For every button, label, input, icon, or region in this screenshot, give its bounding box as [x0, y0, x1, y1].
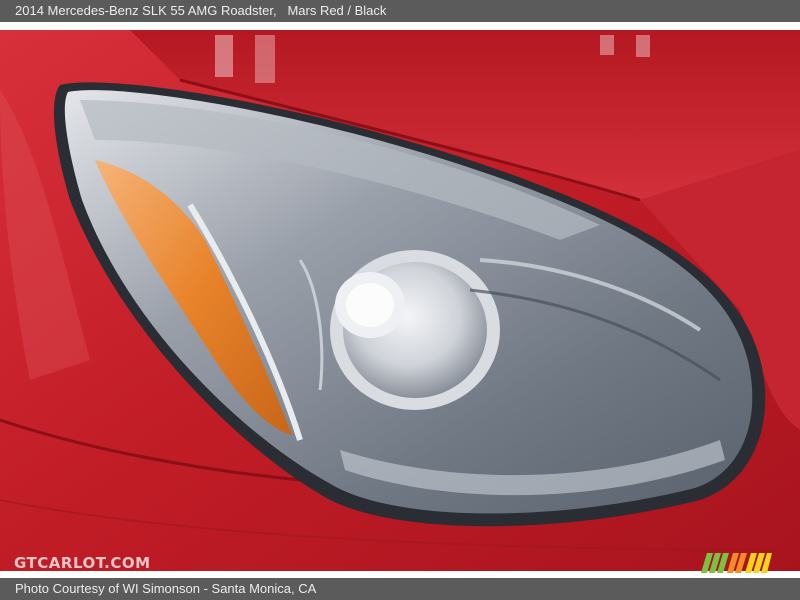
- title-bar: 2014 Mercedes-Benz SLK 55 AMG Roadster, …: [0, 0, 800, 22]
- credit-bar: Photo Courtesy of WI Simonson - Santa Mo…: [0, 578, 800, 600]
- photo-credit: Photo Courtesy of WI Simonson - Santa Mo…: [15, 581, 317, 596]
- headlight-image: [0, 30, 800, 571]
- car-photo: [0, 30, 800, 571]
- site-logo-icon: [701, 553, 772, 573]
- car-color: Mars Red / Black: [287, 3, 387, 18]
- car-title: 2014 Mercedes-Benz SLK 55 AMG Roadster,: [15, 3, 277, 18]
- site-watermark: GTCARLOT.COM: [14, 554, 151, 572]
